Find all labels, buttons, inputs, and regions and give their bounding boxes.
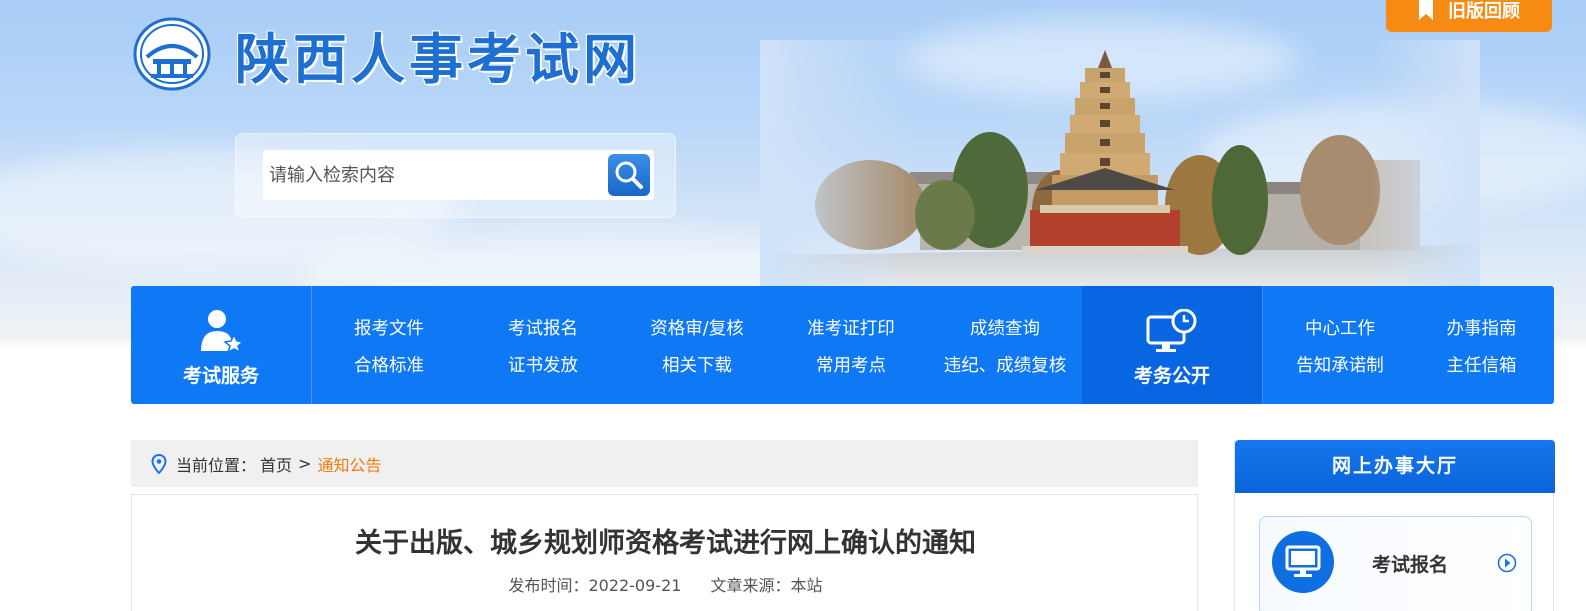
hall-title: 网上办事大厅 [1235, 440, 1555, 493]
user-badge-icon [201, 310, 245, 354]
nav-link-center-work[interactable]: 中心工作 [1263, 315, 1417, 340]
monitor-clock-icon [1146, 309, 1197, 352]
header-banner: 陕西人事考试网 [0, 0, 1586, 334]
nav-public-links: 中心工作 办事指南 告知承诺制 主任信箱 [1263, 286, 1554, 404]
nav-link-application-docs[interactable]: 报考文件 [312, 315, 466, 340]
old-version-label: 旧版回顾 [1448, 1, 1520, 22]
nav-link-admit-card-print[interactable]: 准考证打印 [774, 315, 928, 340]
breadcrumb: 当前位置： 首页 > 通知公告 [131, 440, 1198, 487]
nav-link-service-guide[interactable]: 办事指南 [1409, 315, 1554, 340]
online-service-hall: 网上办事大厅 考试报名 [1234, 440, 1555, 611]
location-pin-icon [151, 453, 167, 474]
breadcrumb-label: 当前位置： [176, 455, 257, 475]
nav-link-exam-registration[interactable]: 考试报名 [466, 315, 620, 340]
nav-link-pass-standard[interactable]: 合格标准 [312, 352, 466, 377]
nav-link-qualification-review[interactable]: 资格审/复核 [620, 315, 774, 340]
nav-link-downloads[interactable]: 相关下载 [620, 352, 774, 377]
site-title: 陕西人事考试网 [235, 27, 641, 91]
nav-exam-public-title: 考务公开 [1133, 365, 1210, 387]
arrow-right-circle-icon[interactable] [1497, 553, 1517, 573]
pagoda-scene-image [760, 40, 1480, 290]
search-icon [615, 161, 643, 189]
nav-link-commitment-system[interactable]: 告知承诺制 [1263, 352, 1417, 377]
hall-item-label: 考试报名 [1372, 554, 1449, 576]
main-nav: 考试服务 报考文件 考试报名 资格审/复核 准考证打印 成绩查询 合格标准 证书… [131, 286, 1554, 404]
nav-exam-service[interactable]: 考试服务 [131, 286, 312, 404]
nav-link-score-query[interactable]: 成绩查询 [928, 315, 1082, 340]
search-box [263, 150, 654, 200]
emblem-icon [133, 17, 211, 91]
breadcrumb-current[interactable]: 通知公告 [317, 452, 381, 476]
old-version-button[interactable]: 旧版回顾 [1386, 0, 1552, 32]
search-input[interactable] [263, 150, 603, 200]
bookmark-icon [1419, 0, 1433, 20]
nav-exam-service-title: 考试服务 [182, 365, 259, 387]
nav-link-exam-sites[interactable]: 常用考点 [774, 352, 928, 377]
site-logo[interactable]: 陕西人事考试网 [133, 15, 693, 93]
nav-service-links: 报考文件 考试报名 资格审/复核 准考证打印 成绩查询 合格标准 证书发放 相关… [312, 286, 1082, 404]
nav-link-violation-score-recheck[interactable]: 违纪、成绩复核 [928, 352, 1082, 377]
hall-item-exam-registration[interactable]: 考试报名 [1259, 516, 1532, 611]
monitor-icon [1272, 531, 1334, 593]
article: 关于出版、城乡规划师资格考试进行网上确认的通知 发布时间：2022-09-21 … [131, 494, 1198, 611]
article-title: 关于出版、城乡规划师资格考试进行网上确认的通知 [355, 528, 976, 559]
article-source: 文章来源：本站 [710, 576, 823, 595]
article-meta: 发布时间：2022-09-21 文章来源：本站 [132, 572, 1199, 596]
breadcrumb-separator: > [298, 454, 312, 473]
nav-exam-public[interactable]: 考务公开 [1082, 286, 1263, 404]
nav-link-director-mailbox[interactable]: 主任信箱 [1409, 352, 1554, 377]
search-button[interactable] [608, 154, 650, 196]
nav-link-certificate-issuance[interactable]: 证书发放 [466, 352, 620, 377]
breadcrumb-home-link[interactable]: 首页 [260, 452, 292, 476]
article-publish-time: 发布时间：2022-09-21 [508, 576, 682, 595]
